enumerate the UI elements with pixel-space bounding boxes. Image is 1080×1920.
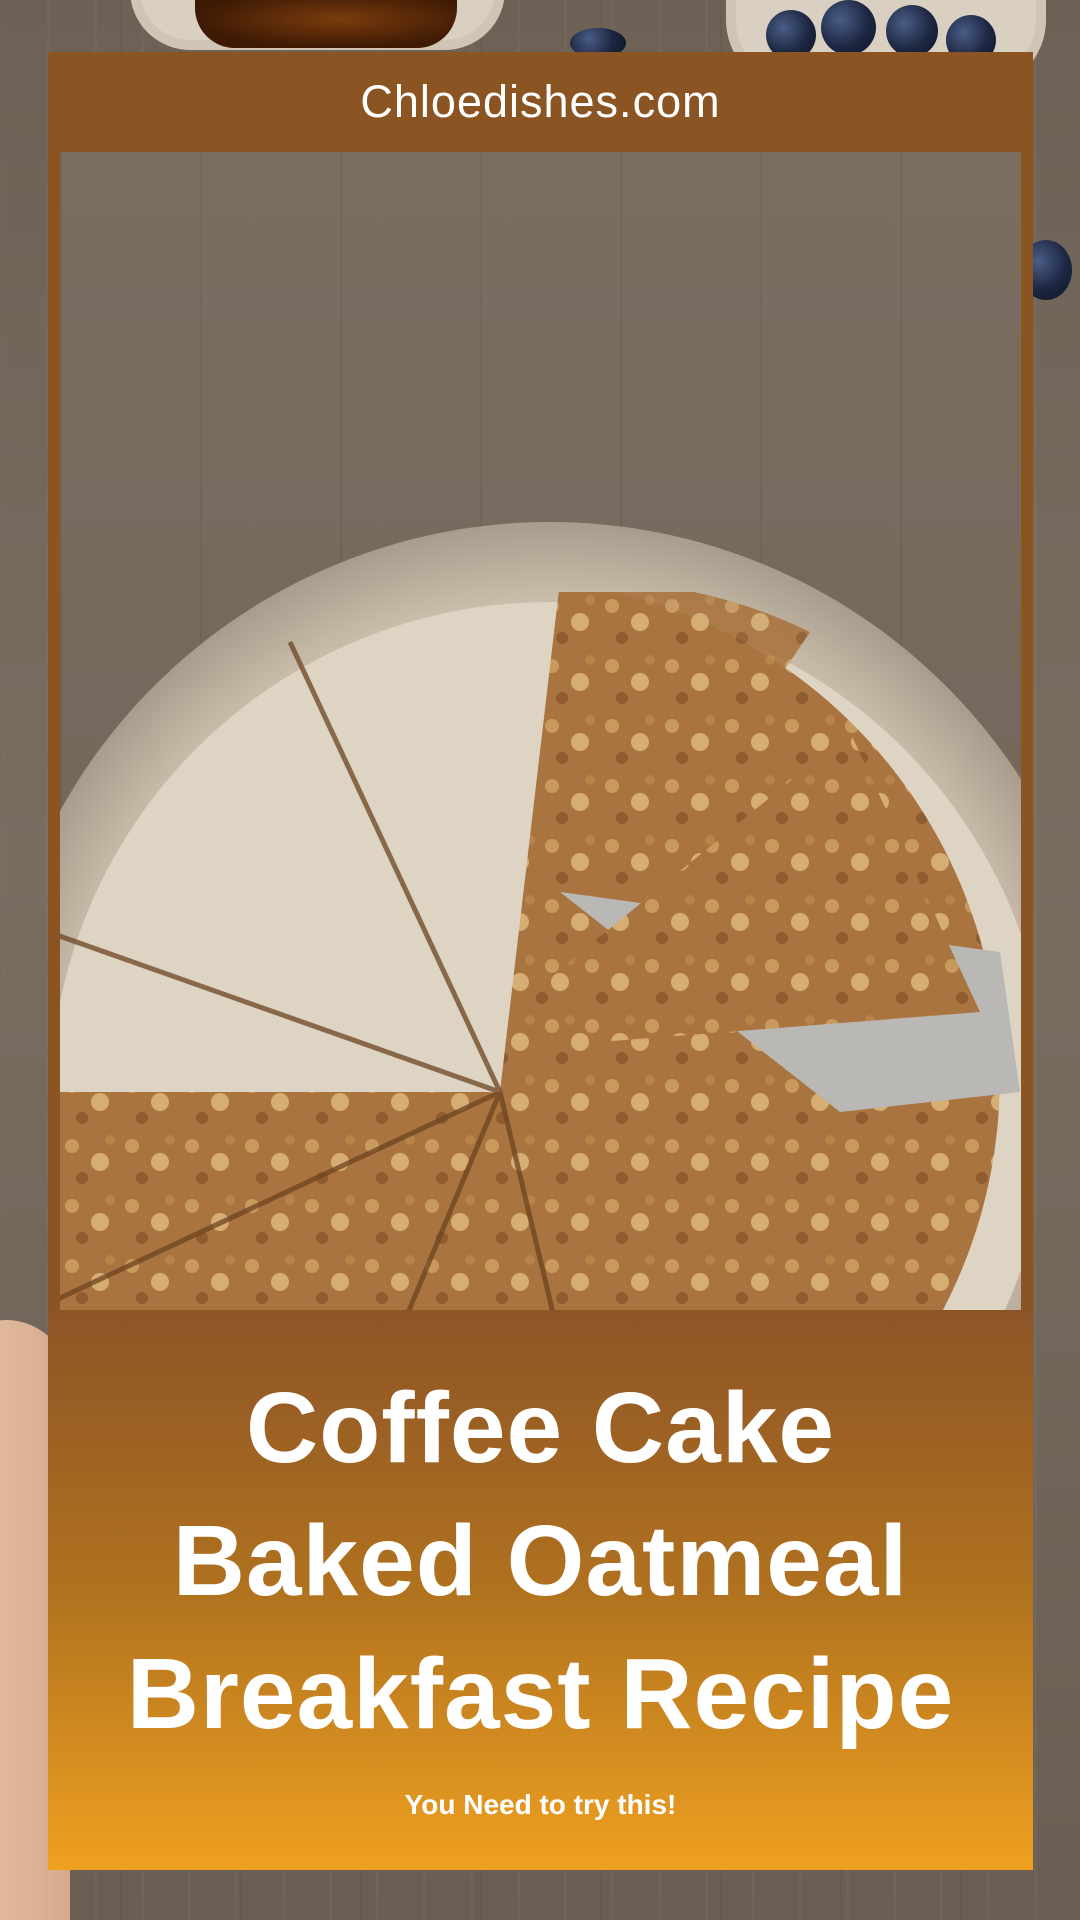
title-line-2: Baked Oatmeal — [172, 1505, 909, 1617]
cake-slice-on-server — [520, 732, 1020, 1112]
title-line-3: Breakfast Recipe — [126, 1638, 955, 1750]
site-header: Chloedishes.com — [48, 52, 1033, 152]
maple-syrup — [195, 0, 457, 48]
title-panel: Coffee Cake Baked Oatmeal Breakfast Reci… — [48, 1310, 1033, 1870]
site-name: Chloedishes.com — [360, 76, 721, 127]
recipe-photo — [60, 152, 1021, 1310]
recipe-title: Coffee Cake Baked Oatmeal Breakfast Reci… — [48, 1310, 1033, 1761]
tagline: You Need to try this! — [404, 1789, 677, 1820]
title-line-1: Coffee Cake — [246, 1372, 835, 1484]
frame-left-border — [48, 152, 60, 1310]
frame-right-border — [1021, 152, 1033, 1310]
